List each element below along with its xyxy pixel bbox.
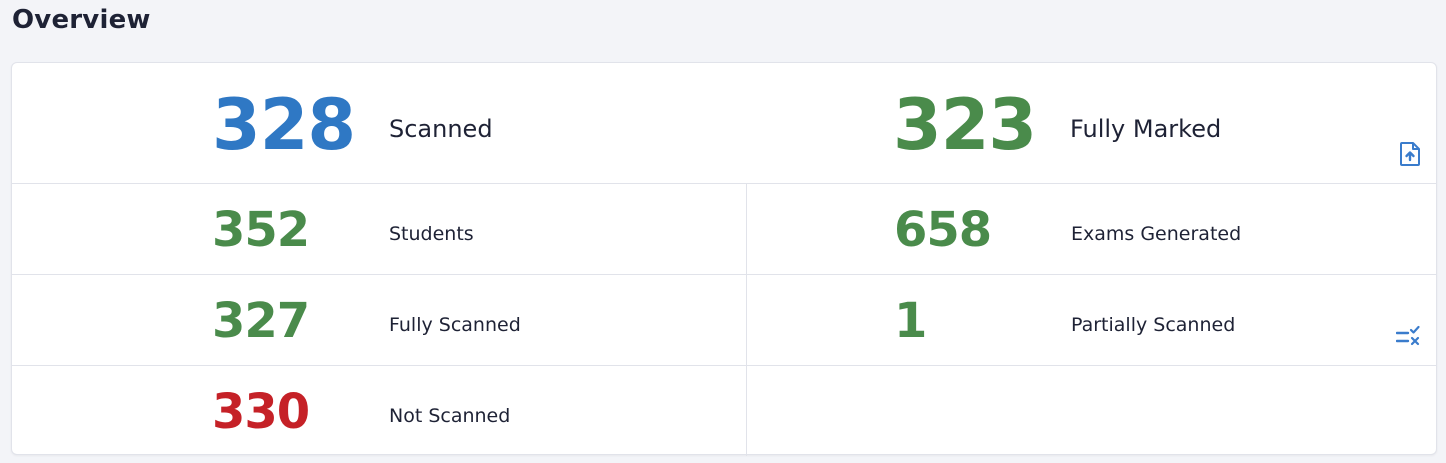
partially-scanned-count: 1 (894, 293, 927, 349)
not-scanned-count: 330 (212, 384, 310, 440)
exams-generated-count: 658 (894, 202, 992, 258)
checklist-x-icon[interactable] (1395, 325, 1422, 347)
exams-generated-stat: 658 Exams Generated (746, 184, 1438, 275)
exams-generated-label: Exams Generated (1071, 223, 1242, 245)
stats-row: 352 Students 658 Exams Generated (12, 183, 1436, 275)
stats-row: 327 Fully Scanned 1 Partially Scanned (12, 274, 1436, 366)
fully-marked-stat: 323 Fully Marked (746, 63, 1438, 184)
not-scanned-stat: 330 Not Scanned (12, 366, 746, 456)
page-title: Overview (12, 5, 151, 35)
file-upload-icon[interactable] (1398, 141, 1422, 167)
empty-cell (746, 366, 1438, 456)
scanned-count: 328 (212, 84, 356, 166)
fully-marked-count: 323 (893, 84, 1037, 166)
fully-scanned-stat: 327 Fully Scanned (12, 275, 746, 366)
not-scanned-label: Not Scanned (389, 405, 511, 427)
overview-card: 328 Scanned 323 Fully Marked 352 Student… (11, 62, 1437, 456)
students-label: Students (389, 223, 474, 245)
scanned-label: Scanned (389, 115, 493, 143)
stats-row: 330 Not Scanned (12, 365, 1436, 456)
students-stat: 352 Students (12, 184, 746, 275)
fully-scanned-count: 327 (212, 293, 310, 349)
scanned-stat: 328 Scanned (12, 63, 746, 184)
partially-scanned-label: Partially Scanned (1071, 314, 1236, 336)
students-count: 352 (212, 202, 310, 258)
summary-row: 328 Scanned 323 Fully Marked (12, 63, 1436, 184)
fully-scanned-label: Fully Scanned (389, 314, 521, 336)
fully-marked-label: Fully Marked (1070, 115, 1222, 143)
partially-scanned-stat: 1 Partially Scanned (746, 275, 1438, 366)
